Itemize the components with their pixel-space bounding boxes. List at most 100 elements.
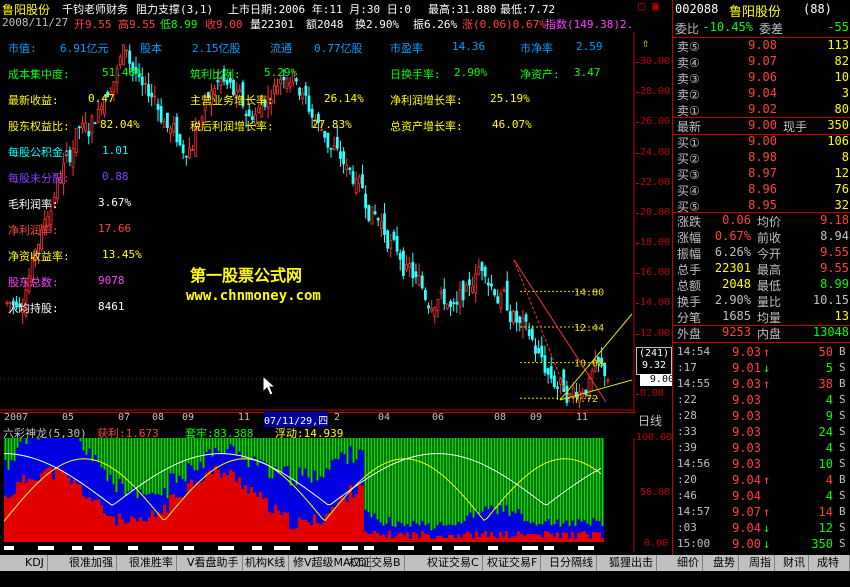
indicator-tab-4[interactable]: 机构K线 [242,555,290,571]
sub-bar-blue [262,461,265,499]
indicator-tab-2[interactable]: 很准胜率 [126,555,177,571]
panel-tab-1[interactable]: 盘势 [710,555,739,571]
period-label[interactable]: 日线 [638,412,662,429]
up-arrow-icon[interactable]: ⇧ [642,36,649,50]
tick-row-2[interactable]: 14:55 9.03 ↑ 38 B [673,377,850,393]
sub-bar-blue [121,483,124,520]
indicator-tab-8[interactable]: 权证交易F [484,555,542,571]
sub-bar-green [151,438,154,493]
indicator-title[interactable]: 千钧老师财务 [62,1,128,17]
sell-row-1[interactable]: 卖① 9.02 80 [673,102,850,118]
buy-row-3[interactable]: 买③ 8.97 12 [673,166,850,182]
panel-tab-0[interactable]: 细价 [674,555,703,571]
sub-bar-green [463,438,466,521]
sub-axis-0: 0.00 [644,538,669,549]
ohlc-bar: 2008/11/27 开9.55 高9.55 低8.99 收9.00 量2230… [0,16,634,32]
stat-row-4[interactable]: 总额 2048 最低 8.99 [673,277,850,293]
stat-row-6[interactable]: 分笔 1685 均量 13 [673,309,850,325]
sell-row-4[interactable]: 卖④ 9.07 82 [673,54,850,70]
sub-bar-green [4,438,7,461]
sub-marker [252,546,262,550]
sub-chart[interactable] [0,438,636,552]
panel-tab-3[interactable]: 财讯 [780,555,809,571]
tick-row-11[interactable]: :03 9.04 ↓ 12 S [673,521,850,537]
tick-time-4: :28 [677,409,697,422]
tick-row-0[interactable]: 14:54 9.03 ↑ 50 B [673,345,850,361]
sell-row-5[interactable]: 卖⑤ 9.08 113 [673,38,850,54]
indicator-tab-10[interactable]: 狐狸出击 [606,555,657,571]
indicator-tab-6[interactable]: 权证交易B [346,555,405,571]
tick-row-7[interactable]: 14:56 9.03 10 S [673,457,850,473]
buy-row-2[interactable]: 买② 8.98 8 [673,150,850,166]
indicator-tab-1[interactable]: 很准加强 [66,555,117,571]
panel-tab-4[interactable]: 成特解 [814,555,850,585]
indicator-tab-9[interactable]: 日分隔线 [546,555,597,571]
tick-row-8[interactable]: :20 9.04 ↑ 4 B [673,473,850,489]
sub-bar-green [280,438,283,473]
indicator-tab-3[interactable]: V看盘助手 [184,555,243,571]
sub-bar-red [16,481,19,542]
sub-bar-red [238,476,241,542]
sub-bar-green [382,438,385,526]
stat-value-b-1: 8.94 [820,229,849,243]
sell-row-2[interactable]: 卖② 9.04 3 [673,86,850,102]
indicator-tab-0[interactable]: KDJ [22,555,48,571]
sub-bar-blue [445,525,448,538]
sub-bar-green [226,438,229,449]
stat-label-b-1: 前收 [757,231,782,245]
stat-row-3[interactable]: 总手 22301 最高 9.55 [673,261,850,277]
tick-row-6[interactable]: :39 9.03 4 S [673,441,850,457]
time-tick-8: 04 [378,412,391,423]
stat-row-1[interactable]: 涨幅 0.67% 前收 8.94 [673,229,850,245]
tick-row-4[interactable]: :28 9.03 9 S [673,409,850,425]
time-tick-7: 2 [334,412,341,423]
tick-row-9[interactable]: :46 9.04 4 S [673,489,850,505]
sub-bar-red [133,518,136,542]
maximize-icon[interactable]: ▣ [652,0,659,13]
sell-row-3[interactable]: 卖③ 9.06 10 [673,70,850,86]
sub-bar-red [148,517,151,542]
panel-tab-2[interactable]: 周指 [746,555,775,571]
sub-bar-green [571,438,574,521]
stat-row-0[interactable]: 涨跌 0.06 均价 9.18 [673,213,850,229]
fund-label-15: 每股公积金: [8,146,70,159]
tick-row-1[interactable]: :17 9.01 ↓ 5 S [673,361,850,377]
sub-bar-red [550,533,553,542]
stat-row-5[interactable]: 换手 2.90% 量比 10.15 [673,293,850,309]
sub-bar-red [391,538,394,542]
buy-row-4[interactable]: 买④ 8.96 76 [673,182,850,198]
wei-row[interactable]: 委比 -10.45% 委差 -55 [673,20,850,36]
watermark-title: 第一股票公式网 [190,266,303,285]
sub-axis-50: 50.00 [640,487,671,498]
tick-row-10[interactable]: 14:57 9.07 ↑ 14 B [673,505,850,521]
fund-label-6: 筑利比例: [190,68,241,81]
sub-marker [398,546,414,550]
tick-price-7: 9.03 [732,457,761,471]
sub-bar-red [235,482,238,542]
buy-row-1[interactable]: 买① 9.00 106 [673,134,850,150]
stat-row-2[interactable]: 振幅 6.26% 今开 9.55 [673,245,850,261]
restore-icon[interactable]: □ [638,0,645,13]
outer-inner-row[interactable]: 外盘 9253 内盘 13048 [673,325,850,341]
tick-row-5[interactable]: :33 9.03 24 S [673,425,850,441]
sub-bar-red [577,532,580,542]
sub-bar-blue [169,473,172,495]
sell-vol-3: 10 [834,70,849,84]
volume-value: 量22301 [250,18,295,31]
indicator2[interactable]: 阻力支撑(3,1) [136,1,213,17]
tick-vol-6: 4 [825,441,833,455]
tick-row-12[interactable]: 15:00 9.00 ↓ 350 S [673,537,850,553]
indicator-tab-7[interactable]: 权证交易C [424,555,483,571]
sub-bar-blue [550,525,553,534]
sub-bar-blue [448,524,451,535]
tick-row-3[interactable]: :22 9.03 4 S [673,393,850,409]
latest-row[interactable]: 最新 9.00 现手 350 [673,118,850,134]
time-tick-3: 08 [152,412,165,423]
tick-time-1: :17 [677,361,697,374]
sub-bar-blue [424,525,427,534]
tick-side-7: S [839,457,846,470]
sub-bar-blue [52,438,55,480]
sub-bar-red [100,504,103,542]
fund-value-14: 46.07% [492,118,532,131]
sell-price-2: 9.04 [748,86,777,100]
